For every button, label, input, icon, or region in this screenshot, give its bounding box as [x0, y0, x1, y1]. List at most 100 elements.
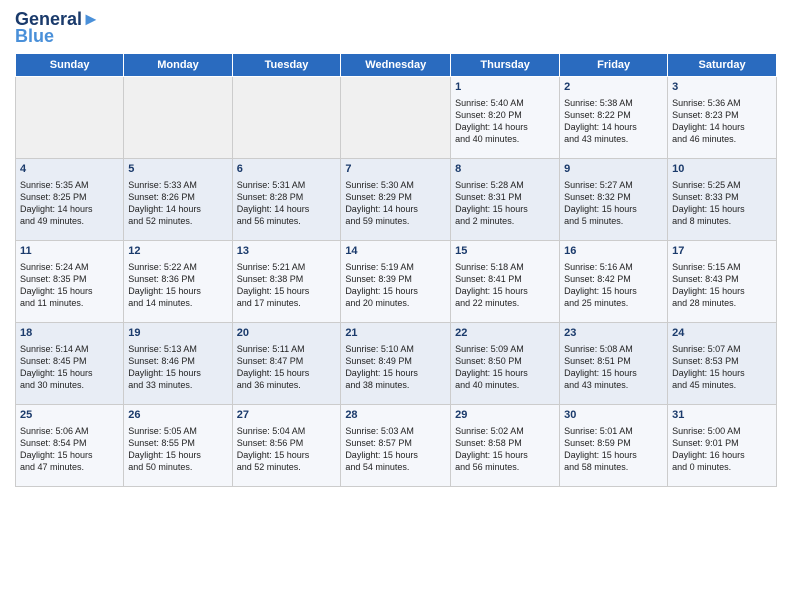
cell-info: Sunrise: 5:16 AM [564, 261, 663, 273]
cell-info: Sunrise: 5:21 AM [237, 261, 337, 273]
cell-info: Sunrise: 5:03 AM [345, 425, 446, 437]
calendar-cell: 23Sunrise: 5:08 AMSunset: 8:51 PMDayligh… [560, 322, 668, 404]
cell-info: Sunrise: 5:40 AM [455, 97, 555, 109]
cell-info: and 25 minutes. [564, 297, 663, 309]
cell-info: Sunrise: 5:01 AM [564, 425, 663, 437]
cell-info: Sunrise: 5:22 AM [128, 261, 227, 273]
week-row-2: 4 Sunrise: 5:35 AMSunset: 8:25 PM Daylight… [16, 158, 777, 240]
cell-info: Sunset: 8:41 PM [455, 273, 555, 285]
cell-info: Sunset: 8:57 PM [345, 437, 446, 449]
cell-info: Sunset: 8:25 PM [20, 191, 119, 203]
calendar-cell: 28Sunrise: 5:03 AMSunset: 8:57 PMDayligh… [341, 404, 451, 486]
cell-info: Sunset: 8:20 PM [455, 109, 555, 121]
cell-info: Sunset: 8:56 PM [237, 437, 337, 449]
cell-info: and 17 minutes. [237, 297, 337, 309]
calendar-cell: 15Sunrise: 5:18 AMSunset: 8:41 PMDayligh… [451, 240, 560, 322]
cell-info: Sunset: 9:01 PM [672, 437, 772, 449]
day-number: 26 [128, 408, 227, 423]
cell-info: and 58 minutes. [564, 461, 663, 473]
cell-info: and 2 minutes. [455, 215, 555, 227]
day-number: 15 [455, 244, 555, 259]
cell-info: Sunset: 8:28 PM [237, 191, 337, 203]
cell-info: Daylight: 15 hours [345, 449, 446, 461]
cell-info: and 0 minutes. [672, 461, 772, 473]
cell-info: Sunset: 8:53 PM [672, 355, 772, 367]
cell-info: Sunset: 8:31 PM [455, 191, 555, 203]
cell-info: and 36 minutes. [237, 379, 337, 391]
calendar-cell: 7Sunrise: 5:30 AMSunset: 8:29 PMDaylight… [341, 158, 451, 240]
cell-info: Sunrise: 5:31 AM [237, 179, 337, 191]
cell-info: Daylight: 15 hours [20, 367, 119, 379]
cell-info: Daylight: 14 hours [128, 203, 227, 215]
calendar-cell: 11Sunrise: 5:24 AMSunset: 8:35 PMDayligh… [16, 240, 124, 322]
cell-info: Sunset: 8:22 PM [564, 109, 663, 121]
calendar-cell: 16Sunrise: 5:16 AMSunset: 8:42 PMDayligh… [560, 240, 668, 322]
cell-info: Sunset: 8:46 PM [128, 355, 227, 367]
calendar-table: SundayMondayTuesdayWednesdayThursdayFrid… [15, 53, 777, 487]
logo: General► Blue [15, 10, 100, 47]
cell-info: and 52 minutes. [237, 461, 337, 473]
calendar-cell [124, 76, 232, 158]
cell-info: and 5 minutes. [564, 215, 663, 227]
cell-info: Daylight: 15 hours [237, 367, 337, 379]
col-header-monday: Monday [124, 53, 232, 76]
calendar-cell: 1 Sunrise: 5:40 AMSunset: 8:20 PMDaylight… [451, 76, 560, 158]
calendar-cell: 24Sunrise: 5:07 AMSunset: 8:53 PMDayligh… [668, 322, 777, 404]
calendar-page: General► Blue SundayMondayTuesdayWednesd… [0, 0, 792, 497]
cell-info: and 56 minutes. [237, 215, 337, 227]
cell-info: Sunset: 8:23 PM [672, 109, 772, 121]
cell-info: Daylight: 15 hours [237, 449, 337, 461]
cell-info: Daylight: 16 hours [672, 449, 772, 461]
col-header-sunday: Sunday [16, 53, 124, 76]
cell-info: Daylight: 15 hours [455, 367, 555, 379]
cell-info: Sunset: 8:42 PM [564, 273, 663, 285]
day-number: 7 [345, 162, 446, 177]
cell-info: and 56 minutes. [455, 461, 555, 473]
cell-info: Daylight: 15 hours [564, 285, 663, 297]
day-number: 29 [455, 408, 555, 423]
cell-info: Sunrise: 5:35 AM [20, 179, 119, 191]
cell-info: Sunrise: 5:11 AM [237, 343, 337, 355]
cell-info: Daylight: 14 hours [237, 203, 337, 215]
calendar-cell: 9Sunrise: 5:27 AMSunset: 8:32 PMDaylight… [560, 158, 668, 240]
day-number: 8 [455, 162, 555, 177]
cell-info: Sunset: 8:55 PM [128, 437, 227, 449]
cell-info: and 52 minutes. [128, 215, 227, 227]
cell-info: and 8 minutes. [672, 215, 772, 227]
col-header-saturday: Saturday [668, 53, 777, 76]
cell-info: Daylight: 15 hours [20, 449, 119, 461]
calendar-cell: 3Sunrise: 5:36 AMSunset: 8:23 PMDaylight… [668, 76, 777, 158]
day-number: 4 [20, 162, 119, 177]
cell-info: and 49 minutes. [20, 215, 119, 227]
cell-info: and 40 minutes. [455, 379, 555, 391]
day-number: 12 [128, 244, 227, 259]
cell-info: and 30 minutes. [20, 379, 119, 391]
cell-info: Sunrise: 5:10 AM [345, 343, 446, 355]
cell-info: Sunset: 8:59 PM [564, 437, 663, 449]
cell-info: Daylight: 15 hours [345, 367, 446, 379]
cell-info: and 43 minutes. [564, 379, 663, 391]
calendar-cell [232, 76, 341, 158]
day-number: 23 [564, 326, 663, 341]
cell-info: Sunset: 8:26 PM [128, 191, 227, 203]
day-number: 14 [345, 244, 446, 259]
cell-info: Daylight: 15 hours [128, 449, 227, 461]
cell-info: and 14 minutes. [128, 297, 227, 309]
cell-info: Daylight: 15 hours [672, 203, 772, 215]
cell-info: Sunset: 8:35 PM [20, 273, 119, 285]
cell-info: Sunrise: 5:02 AM [455, 425, 555, 437]
cell-info: Daylight: 14 hours [455, 121, 555, 133]
cell-info: Daylight: 14 hours [345, 203, 446, 215]
cell-info: Sunrise: 5:25 AM [672, 179, 772, 191]
day-number: 9 [564, 162, 663, 177]
cell-info: and 11 minutes. [20, 297, 119, 309]
calendar-cell: 18Sunrise: 5:14 AMSunset: 8:45 PMDayligh… [16, 322, 124, 404]
cell-info: Daylight: 14 hours [672, 121, 772, 133]
day-number: 1 [455, 80, 555, 95]
calendar-cell: 4Sunrise: 5:35 AMSunset: 8:25 PMDaylight… [16, 158, 124, 240]
calendar-header: General► Blue [15, 10, 777, 47]
calendar-cell: 20Sunrise: 5:11 AMSunset: 8:47 PMDayligh… [232, 322, 341, 404]
cell-info: Daylight: 15 hours [672, 367, 772, 379]
calendar-cell: 5Sunrise: 5:33 AMSunset: 8:26 PMDaylight… [124, 158, 232, 240]
calendar-cell: 26Sunrise: 5:05 AMSunset: 8:55 PMDayligh… [124, 404, 232, 486]
